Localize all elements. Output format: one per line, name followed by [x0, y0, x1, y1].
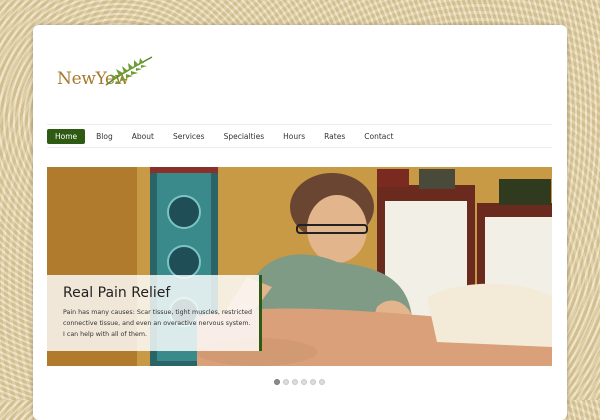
- slide-caption: Real Pain Relief Pain has many causes: S…: [47, 275, 262, 351]
- page-container: NewYew Home Blog About Services Specialt…: [33, 25, 567, 420]
- nav-item-rates[interactable]: Rates: [316, 129, 353, 144]
- slider-pagination: [274, 379, 325, 385]
- nav-item-specialties[interactable]: Specialties: [216, 129, 273, 144]
- nav-item-contact[interactable]: Contact: [356, 129, 401, 144]
- slide-title: Real Pain Relief: [63, 285, 171, 301]
- slider-dot-6[interactable]: [319, 379, 325, 385]
- slider-dot-1[interactable]: [274, 379, 280, 385]
- slider-dot-5[interactable]: [310, 379, 316, 385]
- hero-slider[interactable]: Real Pain Relief Pain has many causes: S…: [47, 167, 552, 366]
- nav-item-services[interactable]: Services: [165, 129, 213, 144]
- main-navigation: Home Blog About Services Specialties Hou…: [47, 124, 552, 148]
- nav-item-hours[interactable]: Hours: [275, 129, 313, 144]
- nav-item-home[interactable]: Home: [47, 128, 86, 144]
- slide-description: Pain has many causes: Scar tissue, tight…: [63, 309, 253, 338]
- slider-dot-4[interactable]: [301, 379, 307, 385]
- nav-item-blog[interactable]: Blog: [88, 129, 121, 144]
- slider-dot-3[interactable]: [292, 379, 298, 385]
- slider-dot-2[interactable]: [283, 379, 289, 385]
- nav-item-about[interactable]: About: [124, 129, 162, 144]
- site-logo[interactable]: NewYew: [57, 56, 153, 89]
- fern-leaf-icon: [105, 56, 153, 86]
